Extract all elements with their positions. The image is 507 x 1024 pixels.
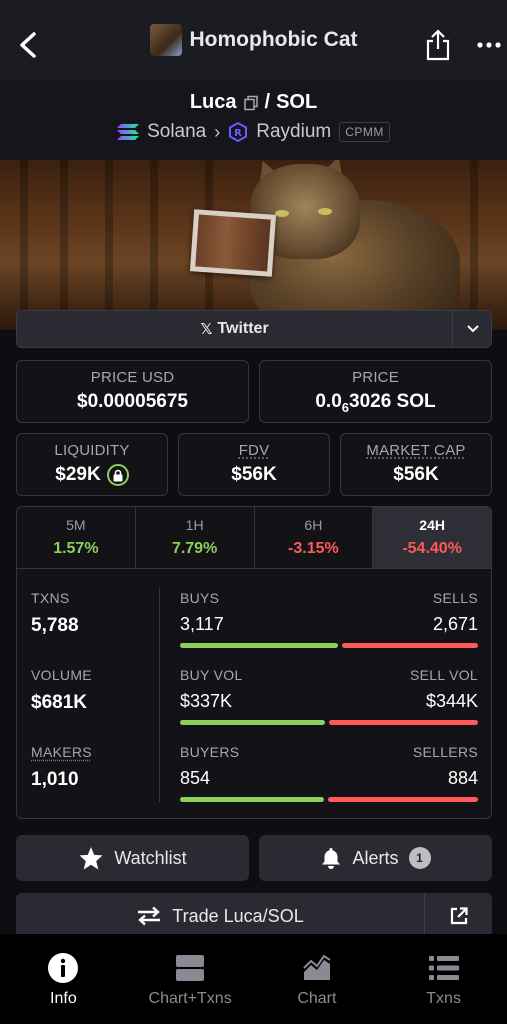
txns-stat: TXNS 5,788 bbox=[31, 590, 79, 636]
dex-name[interactable]: Raydium bbox=[256, 121, 331, 143]
price-native-card: PRICE 0.0 6 3026 SOL bbox=[259, 360, 492, 423]
pair-name: Luca / SOL bbox=[0, 91, 507, 114]
bell-icon bbox=[322, 848, 341, 869]
trade-bar: Trade Luca/SOL bbox=[16, 893, 492, 939]
price-usd-card: PRICE USD $0.00005675 bbox=[16, 360, 249, 423]
volume-ratio-bar bbox=[180, 720, 478, 725]
fdv-value: $56K bbox=[231, 464, 277, 485]
watchlist-button[interactable]: Watchlist bbox=[16, 835, 249, 881]
buyers-sellers-stat: BUYERS SELLERS 854 884 bbox=[180, 744, 478, 802]
external-link-button[interactable] bbox=[425, 893, 492, 939]
nav-txns[interactable]: Txns bbox=[380, 934, 507, 1024]
top-bar: Homophobic Cat bbox=[0, 0, 507, 80]
chevron-right-icon: › bbox=[214, 121, 221, 142]
swap-arrows-icon bbox=[138, 906, 161, 926]
makers-stat: MAKERS 1,010 bbox=[31, 744, 92, 790]
volume-stat: VOLUME $681K bbox=[31, 667, 92, 713]
info-icon bbox=[48, 953, 79, 983]
chevron-down-icon bbox=[466, 325, 479, 333]
base-token: Luca bbox=[189, 91, 237, 113]
alerts-count-badge: 1 bbox=[408, 847, 431, 869]
tab-5m[interactable]: 5M 1.57% bbox=[17, 507, 136, 568]
stats-panel: 5M 1.57% 1H 7.79% 6H -3.15% 24H -54.40% … bbox=[16, 506, 492, 819]
pair-separator: / bbox=[264, 91, 271, 113]
solana-icon bbox=[117, 124, 140, 140]
socials-dropdown-button[interactable] bbox=[453, 311, 492, 347]
twitter-button[interactable]: 𝕏 Twitter bbox=[17, 311, 452, 347]
twitter-link-bar: 𝕏 Twitter bbox=[16, 310, 492, 348]
nav-info[interactable]: Info bbox=[0, 934, 127, 1024]
alerts-button[interactable]: Alerts 1 bbox=[259, 835, 492, 881]
twitter-label: Twitter bbox=[217, 320, 269, 337]
token-avatar bbox=[149, 24, 182, 56]
timeframe-tabs: 5M 1.57% 1H 7.79% 6H -3.15% 24H -54.40% bbox=[17, 507, 491, 569]
buys-sells-stat: BUYS SELLS 3,117 2,671 bbox=[180, 590, 478, 648]
buyers-sellers-ratio-bar bbox=[180, 797, 478, 802]
fdv-label[interactable]: FDV bbox=[239, 442, 270, 459]
liquidity-row: $29K bbox=[17, 464, 167, 486]
liquidity-card: LIQUIDITY $29K bbox=[16, 433, 168, 496]
svg-text:R: R bbox=[234, 128, 242, 139]
external-link-icon bbox=[450, 907, 468, 925]
held-photo bbox=[189, 209, 277, 277]
liquidity-value: $29K bbox=[55, 464, 101, 485]
star-icon bbox=[79, 847, 103, 870]
more-options-icon[interactable] bbox=[476, 40, 502, 50]
chart-txns-icon bbox=[176, 955, 205, 981]
price-usd-value: $0.00005675 bbox=[77, 391, 188, 412]
pair-header: Luca / SOL Solana › R Raydium CPMM bbox=[0, 80, 507, 160]
list-icon bbox=[428, 956, 459, 980]
market-cap-value: $56K bbox=[393, 464, 439, 485]
lock-icon[interactable] bbox=[106, 464, 129, 486]
buy-sell-volume-stat: BUY VOL SELL VOL $337K $344K bbox=[180, 667, 478, 725]
buys-sells-ratio-bar bbox=[180, 643, 478, 648]
price-native-value: 0.0 6 3026 SOL bbox=[315, 391, 436, 415]
share-icon[interactable] bbox=[424, 28, 452, 62]
fdv-card: FDV $56K bbox=[178, 433, 330, 496]
pool-type-badge: CPMM bbox=[339, 122, 390, 142]
trade-button[interactable]: Trade Luca/SOL bbox=[16, 893, 424, 939]
chart-icon bbox=[303, 954, 331, 980]
raydium-icon: R bbox=[229, 122, 248, 142]
market-cap-label[interactable]: MARKET CAP bbox=[366, 442, 465, 459]
token-name: Homophobic Cat bbox=[189, 28, 358, 51]
tab-1h[interactable]: 1H 7.79% bbox=[136, 507, 255, 568]
price-native-label: PRICE bbox=[352, 369, 399, 386]
chain-name[interactable]: Solana bbox=[147, 121, 206, 143]
quote-token: SOL bbox=[276, 91, 318, 113]
price-usd-label: PRICE USD bbox=[90, 369, 175, 386]
tab-24h[interactable]: 24H -54.40% bbox=[373, 507, 491, 568]
chain-dex-breadcrumb: Solana › R Raydium CPMM bbox=[0, 121, 507, 143]
copy-icon[interactable] bbox=[243, 95, 259, 111]
nav-chart[interactable]: Chart bbox=[254, 934, 381, 1024]
tab-6h[interactable]: 6H -3.15% bbox=[255, 507, 374, 568]
liquidity-label: LIQUIDITY bbox=[54, 442, 130, 459]
market-cap-card: MARKET CAP $56K bbox=[340, 433, 492, 496]
token-banner-image bbox=[0, 160, 507, 330]
nav-chart-txns[interactable]: Chart+Txns bbox=[127, 934, 254, 1024]
bottom-navigation: Info Chart+Txns Chart Txns bbox=[0, 934, 507, 1024]
x-logo-icon: 𝕏 bbox=[200, 321, 213, 338]
